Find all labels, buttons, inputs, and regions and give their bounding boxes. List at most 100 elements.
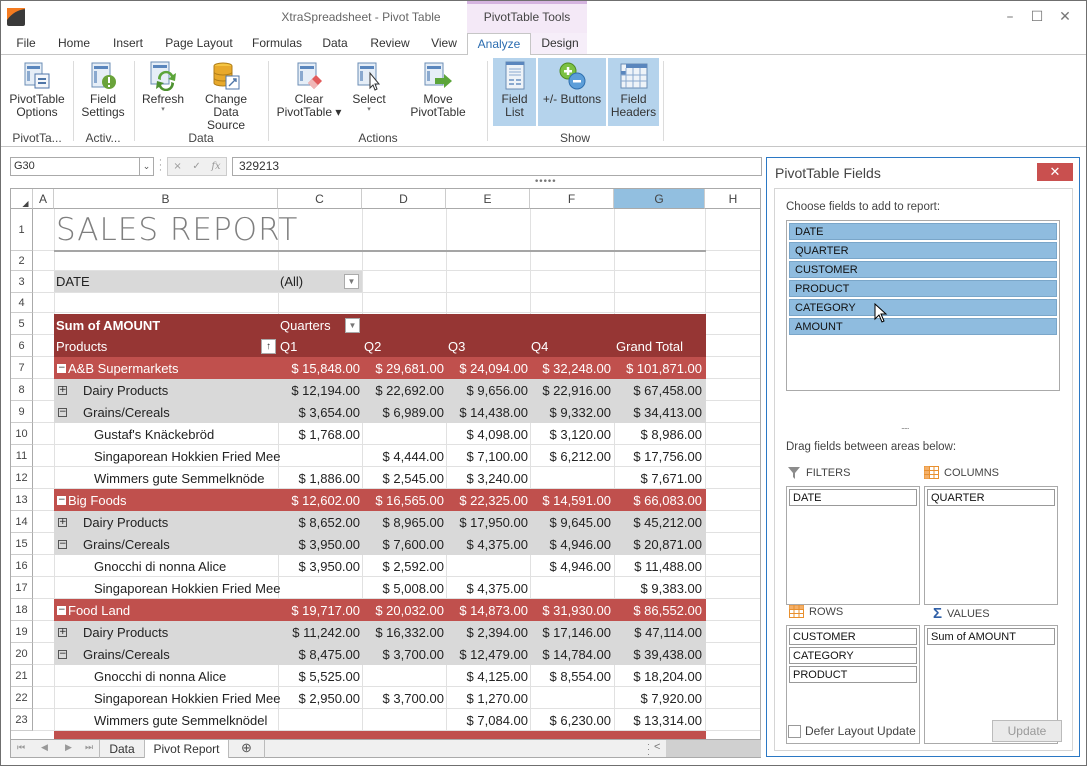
- field-list[interactable]: DATE QUARTER CUSTOMER PRODUCT CATEGORY AMOUNT: [786, 220, 1060, 391]
- value-cell[interactable]: [280, 709, 362, 731]
- field-settings-button[interactable]: Field Settings: [77, 58, 129, 126]
- value-cell[interactable]: $ 4,375.00: [448, 533, 530, 555]
- value-cell[interactable]: $ 24,094.00: [448, 357, 530, 379]
- enter-formula-button[interactable]: ✓: [192, 161, 200, 172]
- row-header-8[interactable]: 8: [11, 379, 33, 401]
- collapse-icon[interactable]: −: [58, 649, 67, 659]
- row-header-3[interactable]: 3: [11, 271, 33, 293]
- row-header-18[interactable]: 18: [11, 599, 33, 621]
- select-dropdown-icon[interactable]: ▾: [349, 106, 389, 114]
- value-cell[interactable]: $ 31,930.00: [531, 599, 613, 621]
- collapse-icon[interactable]: −: [57, 605, 66, 615]
- value-cell[interactable]: $ 4,444.00: [364, 445, 446, 467]
- field-item-quarter[interactable]: QUARTER: [789, 242, 1057, 259]
- column-header-h[interactable]: H: [705, 189, 760, 209]
- value-cell[interactable]: $ 2,592.00: [364, 555, 446, 577]
- column-header-g[interactable]: G: [614, 189, 705, 209]
- value-cell[interactable]: $ 7,671.00: [616, 467, 704, 489]
- maximize-button[interactable]: ☐: [1027, 7, 1047, 27]
- tab-data[interactable]: Data: [317, 36, 353, 55]
- collapse-icon[interactable]: −: [58, 407, 67, 417]
- expand-icon[interactable]: +: [58, 517, 67, 527]
- first-sheet-button[interactable]: ⏮: [17, 742, 25, 753]
- value-cell[interactable]: $ 1,886.00: [280, 467, 362, 489]
- value-cell[interactable]: $ 29,681.00: [364, 357, 446, 379]
- value-cell[interactable]: $ 12,602.00: [280, 489, 362, 511]
- value-cell[interactable]: [531, 467, 613, 489]
- value-cell[interactable]: $ 18,204.00: [616, 665, 704, 687]
- row-header-22[interactable]: 22: [11, 687, 33, 709]
- refresh-dropdown-icon[interactable]: ▾: [139, 106, 187, 114]
- value-cell[interactable]: $ 6,989.00: [364, 401, 446, 423]
- value-cell[interactable]: $ 45,212.00: [616, 511, 704, 533]
- tab-home[interactable]: Home: [53, 36, 95, 55]
- value-cell[interactable]: $ 2,545.00: [364, 467, 446, 489]
- value-cell[interactable]: $ 8,475.00: [280, 643, 362, 665]
- row-header-6[interactable]: 6: [11, 335, 33, 357]
- update-button[interactable]: Update: [992, 720, 1062, 742]
- collapse-icon[interactable]: −: [57, 495, 66, 505]
- last-sheet-button[interactable]: ⏭: [85, 742, 93, 753]
- value-cell[interactable]: $ 7,600.00: [364, 533, 446, 555]
- value-cell[interactable]: $ 3,240.00: [448, 467, 530, 489]
- value-cell[interactable]: $ 22,692.00: [364, 379, 446, 401]
- column-header-d[interactable]: D: [362, 189, 446, 209]
- column-header-a[interactable]: A: [33, 189, 54, 209]
- value-cell[interactable]: $ 3,950.00: [280, 533, 362, 555]
- value-cell[interactable]: $ 7,100.00: [448, 445, 530, 467]
- row-header-9[interactable]: 9: [11, 401, 33, 423]
- tab-view[interactable]: View: [427, 36, 461, 55]
- tab-insert[interactable]: Insert: [107, 36, 149, 55]
- row-header-14[interactable]: 14: [11, 511, 33, 533]
- value-cell[interactable]: $ 66,083.00: [616, 489, 704, 511]
- prev-sheet-button[interactable]: ◀: [41, 742, 48, 753]
- value-cell[interactable]: $ 6,230.00: [531, 709, 613, 731]
- value-cell[interactable]: [531, 687, 613, 709]
- row-header-7[interactable]: 7: [11, 357, 33, 379]
- spreadsheet-grid[interactable]: ◢ A B C D E F G H 1 2 3 4 5 6 7 8 9 10 11 12 13 14 15 16 17 18 19 2…: [10, 188, 761, 739]
- next-sheet-button[interactable]: ▶: [65, 742, 72, 753]
- close-window-button[interactable]: ✕: [1055, 7, 1075, 27]
- value-cell[interactable]: $ 7,084.00: [448, 709, 530, 731]
- defer-layout-update-label[interactable]: Defer Layout Update: [805, 724, 916, 738]
- value-cell[interactable]: $ 5,525.00: [280, 665, 362, 687]
- formula-bar-resize-grip[interactable]: •••••: [534, 177, 557, 187]
- minimize-button[interactable]: –: [1000, 7, 1020, 27]
- value-cell[interactable]: $ 8,554.00: [531, 665, 613, 687]
- sheet-tab-data[interactable]: Data: [99, 740, 145, 758]
- value-cell[interactable]: $ 3,700.00: [364, 687, 446, 709]
- clear-pivottable-button[interactable]: Clear PivotTable ▾: [275, 58, 343, 126]
- insert-function-button[interactable]: fx: [211, 161, 220, 172]
- value-cell[interactable]: $ 8,986.00: [616, 423, 704, 445]
- formula-input[interactable]: 329213: [232, 157, 762, 176]
- collapse-icon[interactable]: −: [57, 363, 66, 373]
- value-cell[interactable]: $ 3,120.00: [531, 423, 613, 445]
- cancel-formula-button[interactable]: ×: [173, 161, 181, 172]
- row-header-10[interactable]: 10: [11, 423, 33, 445]
- value-cell[interactable]: $ 4,125.00: [448, 665, 530, 687]
- sheet-tab-pivot-report[interactable]: Pivot Report: [145, 740, 229, 758]
- value-cell[interactable]: $ 67,458.00: [616, 379, 704, 401]
- formula-bar-grip[interactable]: · · ·: [159, 157, 162, 176]
- expand-icon[interactable]: +: [58, 627, 67, 637]
- row-header-2[interactable]: 2: [11, 251, 33, 271]
- value-cell[interactable]: [364, 709, 446, 731]
- value-cell[interactable]: $ 20,032.00: [364, 599, 446, 621]
- row-header-17[interactable]: 17: [11, 577, 33, 599]
- value-cell[interactable]: $ 17,756.00: [616, 445, 704, 467]
- value-cell[interactable]: $ 16,332.00: [364, 621, 446, 643]
- value-cell[interactable]: $ 47,114.00: [616, 621, 704, 643]
- filters-area[interactable]: DATE: [786, 486, 920, 605]
- value-cell[interactable]: [280, 577, 362, 599]
- pivottable-options-button[interactable]: PivotTable Options: [7, 58, 67, 126]
- value-cell[interactable]: $ 11,242.00: [280, 621, 362, 643]
- value-cell[interactable]: $ 3,700.00: [364, 643, 446, 665]
- filter-field-value[interactable]: (All): [280, 271, 303, 292]
- select-all-corner[interactable]: ◢: [11, 189, 33, 209]
- field-item-product[interactable]: PRODUCT: [789, 280, 1057, 297]
- panel-splitter[interactable]: .....: [901, 421, 909, 431]
- plus-minus-buttons-toggle[interactable]: +/- Buttons: [538, 58, 606, 126]
- value-cell[interactable]: $ 22,916.00: [531, 379, 613, 401]
- row-header-4[interactable]: 4: [11, 293, 33, 313]
- value-cell[interactable]: $ 14,784.00: [531, 643, 613, 665]
